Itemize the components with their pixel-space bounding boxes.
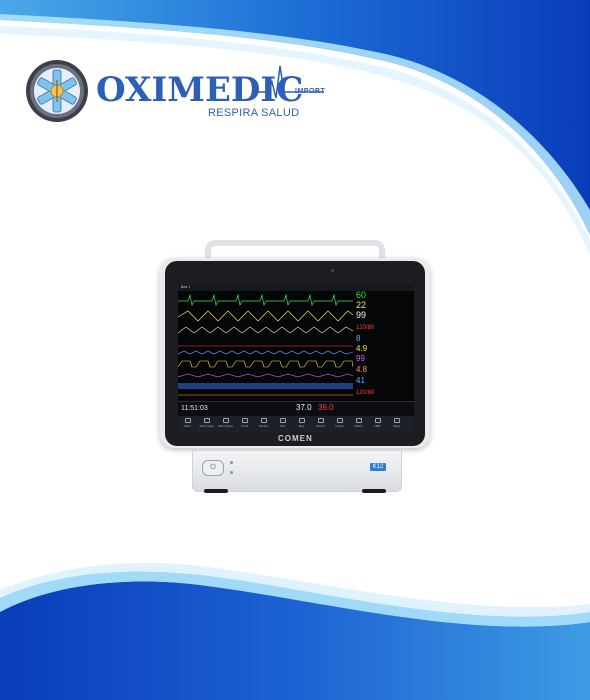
menu-item[interactable]: Record (311, 416, 330, 432)
camera-icon (331, 269, 334, 272)
hr-value: 60 (356, 290, 367, 300)
rr-value: 22 (356, 300, 367, 310)
pleth-wave (178, 326, 353, 334)
temp1-value: 37.0 (296, 403, 312, 412)
menu-item[interactable]: Calc (273, 416, 292, 432)
monitor-foot (362, 489, 386, 493)
menu-item[interactable]: Alarm Pause (216, 416, 235, 432)
menu-item[interactable]: NIBP (368, 416, 387, 432)
bottom-status-band: 11:51:03 37.0 39.0 (178, 401, 414, 417)
menu-icon (260, 418, 267, 423)
model-badge: K12 (370, 463, 386, 471)
eeg-band (178, 383, 353, 389)
cvp-value: 8 (356, 334, 361, 343)
menu-item[interactable]: Alarm Setup (197, 416, 216, 432)
pap-value: 41 (356, 376, 365, 385)
monitor-foot (204, 489, 228, 493)
spo2-value: 99 (356, 310, 367, 320)
waveform-area (178, 293, 353, 396)
art-value: 120/80 (356, 390, 375, 396)
oximedic-logo: OXIMEDIC IMPORT RESPIRA SALUD (24, 58, 326, 148)
menu-item[interactable]: Menu (178, 416, 197, 432)
monitor-brand: COMEN (278, 434, 313, 443)
menu-icon (222, 418, 229, 423)
ecg-wave (178, 293, 353, 307)
menu-icon (298, 418, 305, 423)
battery-led-icon (230, 471, 233, 474)
menu-icon (374, 418, 381, 423)
patient-monitor: Bed 1 60 22 99 120/80 8 4.9 99 4.8 41 12… (150, 240, 440, 500)
purple-wave (178, 373, 353, 378)
menu-icon (184, 418, 191, 423)
menu-icon (241, 418, 248, 423)
logo-import-label: IMPORT (295, 88, 326, 95)
menu-icon (393, 418, 400, 423)
resp-wave (178, 310, 353, 322)
menu-item[interactable]: Trend (235, 416, 254, 432)
screen-topbar: Bed 1 (178, 284, 414, 291)
menu-item[interactable]: Patient (349, 416, 368, 432)
menu-item[interactable]: Freeze (330, 416, 349, 432)
medical-star-emblem-icon (26, 60, 88, 122)
menu-icon (203, 418, 210, 423)
co-value: 4.8 (356, 365, 368, 374)
power-led-icon (230, 461, 233, 464)
power-button[interactable]: ⏻ (202, 460, 224, 476)
logo-tagline: RESPIRA SALUD (208, 107, 300, 119)
co2-wave (178, 360, 353, 368)
menu-icon (317, 418, 324, 423)
clock-time: 11:51:03 (181, 405, 208, 412)
menu-item[interactable]: Review (254, 416, 273, 432)
etco2-value: 4.9 (356, 344, 368, 353)
bed-label: Bed 1 (181, 285, 191, 289)
screen-menu-bar: Menu Alarm Setup Alarm Pause Trend Revie… (178, 416, 414, 432)
numerics-column: 60 22 99 120/80 8 4.9 99 4.8 41 120/80 (354, 291, 414, 401)
spo2b-value: 99 (356, 354, 365, 363)
menu-item[interactable]: Setup (387, 416, 406, 432)
menu-icon (336, 418, 343, 423)
monitor-screen: Bed 1 60 22 99 120/80 8 4.9 99 4.8 41 12… (178, 284, 414, 432)
menu-item[interactable]: Drug (292, 416, 311, 432)
temp2-value: 39.0 (318, 403, 334, 412)
menu-icon (279, 418, 286, 423)
nibp-value: 120/80 (356, 325, 375, 331)
menu-icon (355, 418, 362, 423)
cvp-wave (178, 350, 353, 355)
